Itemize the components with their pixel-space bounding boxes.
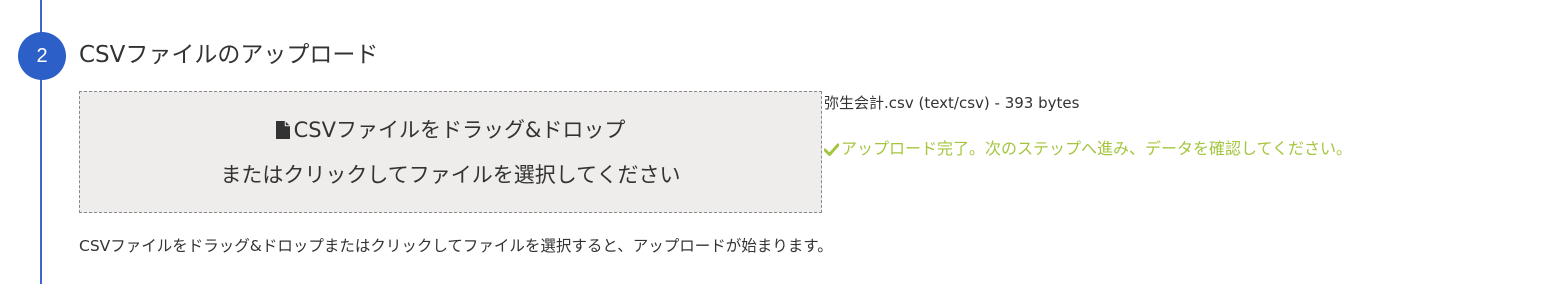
- file-icon: [275, 121, 290, 139]
- csv-dropzone[interactable]: CSVファイルをドラッグ&ドロップ またはクリックしてファイルを選択してください: [79, 91, 822, 213]
- step-title: CSVファイルのアップロード: [79, 42, 379, 68]
- dropzone-primary-text: CSVファイルをドラッグ&ドロップ: [80, 116, 821, 144]
- dropzone-line2: またはクリックしてファイルを選択してください: [220, 163, 681, 187]
- uploaded-file-info: 弥生会計.csv (text/csv) - 393 bytes: [824, 94, 1080, 112]
- step-number-badge: 2: [18, 32, 66, 80]
- dropzone-line1: CSVファイルをドラッグ&ドロップ: [293, 118, 626, 142]
- check-icon: [823, 143, 840, 156]
- success-text: アップロード完了。次のステップへ進み、データを確認してください。: [841, 139, 1353, 158]
- step-number: 2: [36, 44, 48, 67]
- upload-help-text: CSVファイルをドラッグ&ドロップまたはクリックしてファイルを選択すると、アップ…: [79, 237, 833, 255]
- upload-success-message: アップロード完了。次のステップへ進み、データを確認してください。: [823, 138, 1353, 160]
